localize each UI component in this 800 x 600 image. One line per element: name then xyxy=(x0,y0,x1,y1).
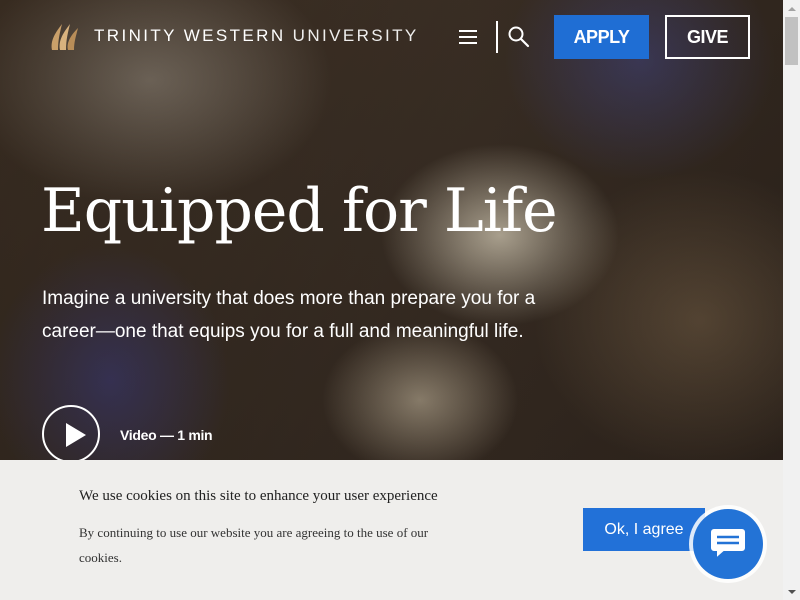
nav-divider xyxy=(496,21,498,53)
scroll-up-arrow[interactable] xyxy=(783,0,800,17)
accept-cookies-button[interactable]: Ok, I agree xyxy=(583,508,705,551)
hero-title: Equipped for Life xyxy=(41,176,558,246)
apply-button[interactable]: APPLY xyxy=(554,15,649,59)
vertical-scrollbar[interactable] xyxy=(783,0,800,600)
cookie-message: By continuing to use our website you are… xyxy=(79,525,429,565)
chat-button[interactable] xyxy=(693,509,763,579)
university-logo[interactable]: TRINITY WESTERN UNIVERSITY xyxy=(48,20,419,52)
give-button[interactable]: GIVE xyxy=(665,15,750,59)
hero-subtitle: Imagine a university that does more than… xyxy=(42,288,536,342)
cookie-title: We use cookies on this site to enhance y… xyxy=(79,488,438,504)
scroll-thumb[interactable] xyxy=(785,17,798,65)
play-video-button[interactable] xyxy=(42,405,100,463)
cookie-banner: We use cookies on this site to enhance y… xyxy=(0,460,783,600)
scroll-down-arrow[interactable] xyxy=(783,583,800,600)
chat-bubble-icon xyxy=(709,527,747,562)
logo-wordmark: TRINITY WESTERN UNIVERSITY xyxy=(94,26,419,46)
video-duration-label: Video — 1 min xyxy=(120,427,213,443)
hamburger-menu-icon[interactable] xyxy=(459,27,481,47)
flame-logo-icon xyxy=(51,24,78,50)
search-icon[interactable] xyxy=(507,25,531,49)
logo-text-thin: UNIVERSITY xyxy=(292,26,419,45)
logo-text-bold: TRINITY WESTERN xyxy=(94,26,286,45)
play-icon xyxy=(66,423,86,447)
